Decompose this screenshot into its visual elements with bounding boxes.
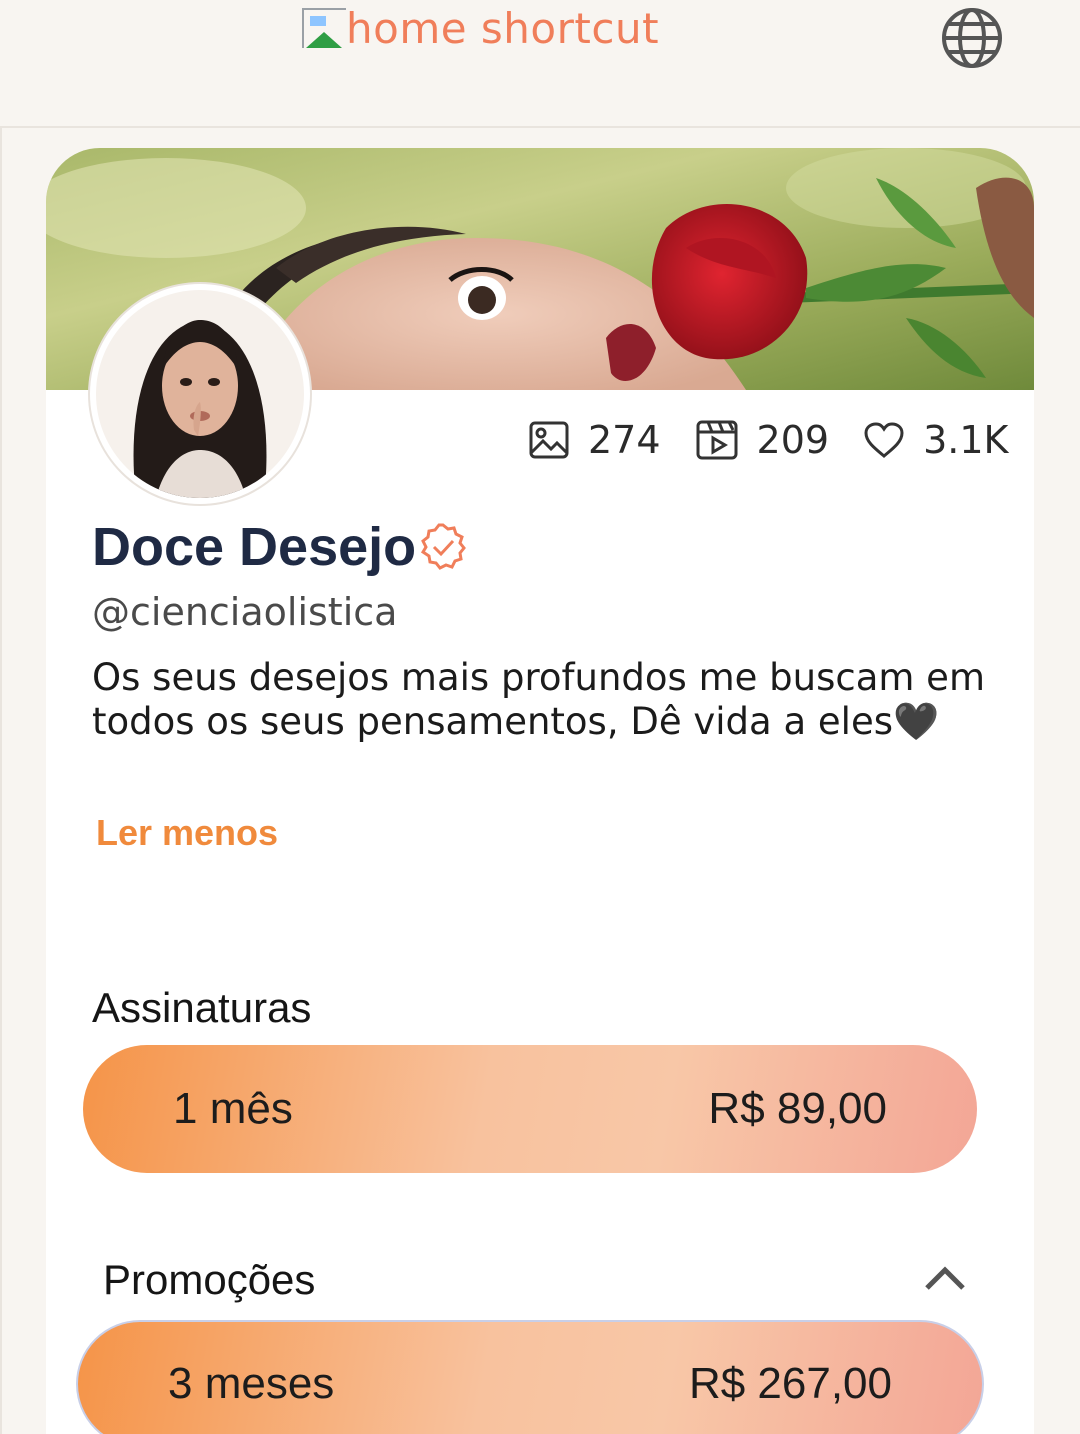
likes-count: 3.1K <box>923 418 1009 462</box>
plan-price: R$ 89,00 <box>708 1084 887 1133</box>
globe-icon <box>942 8 1002 68</box>
subscriptions-title: Assinaturas <box>92 984 312 1031</box>
stats-row: 274 209 3.1K <box>528 412 1008 468</box>
video-clip-icon <box>696 420 738 460</box>
profile-name: Doce Desejo <box>92 516 468 578</box>
profile-card: 274 209 3.1K Doce Desejo @cienciaolistic… <box>46 148 1034 1434</box>
likes-stat[interactable]: 3.1K <box>863 418 1008 462</box>
videos-stat[interactable]: 209 <box>695 418 830 462</box>
top-bar: home shortcut <box>0 0 1080 128</box>
home-shortcut-link[interactable]: home shortcut <box>302 4 659 74</box>
heart-icon <box>864 422 904 458</box>
subscription-plan-button[interactable]: 1 mês R$ 89,00 <box>83 1045 977 1173</box>
promotion-plan-button[interactable]: 3 meses R$ 267,00 <box>76 1320 984 1434</box>
plan-price: R$ 267,00 <box>688 1359 892 1408</box>
plan-duration: 3 meses <box>168 1359 335 1408</box>
photos-count: 274 <box>588 418 661 462</box>
chevron-up-icon[interactable] <box>922 1260 968 1296</box>
image-icon <box>529 421 569 459</box>
profile-bio: Os seus desejos mais profundos me buscam… <box>92 656 985 743</box>
language-button[interactable] <box>940 6 1004 70</box>
promotions-title: Promoções <box>103 1256 316 1303</box>
videos-count: 209 <box>756 418 830 462</box>
verified-badge-icon <box>421 523 467 570</box>
avatar[interactable] <box>90 284 310 504</box>
broken-image-icon <box>302 8 346 48</box>
plan-duration: 1 mês <box>173 1084 293 1133</box>
photos-stat[interactable]: 274 <box>528 418 661 462</box>
read-less-link[interactable]: Ler menos <box>96 812 278 854</box>
profile-name-text: Doce Desejo <box>92 517 417 577</box>
profile-handle: @cienciaolistica <box>92 590 398 634</box>
home-shortcut-alt-text: home shortcut <box>346 4 660 53</box>
